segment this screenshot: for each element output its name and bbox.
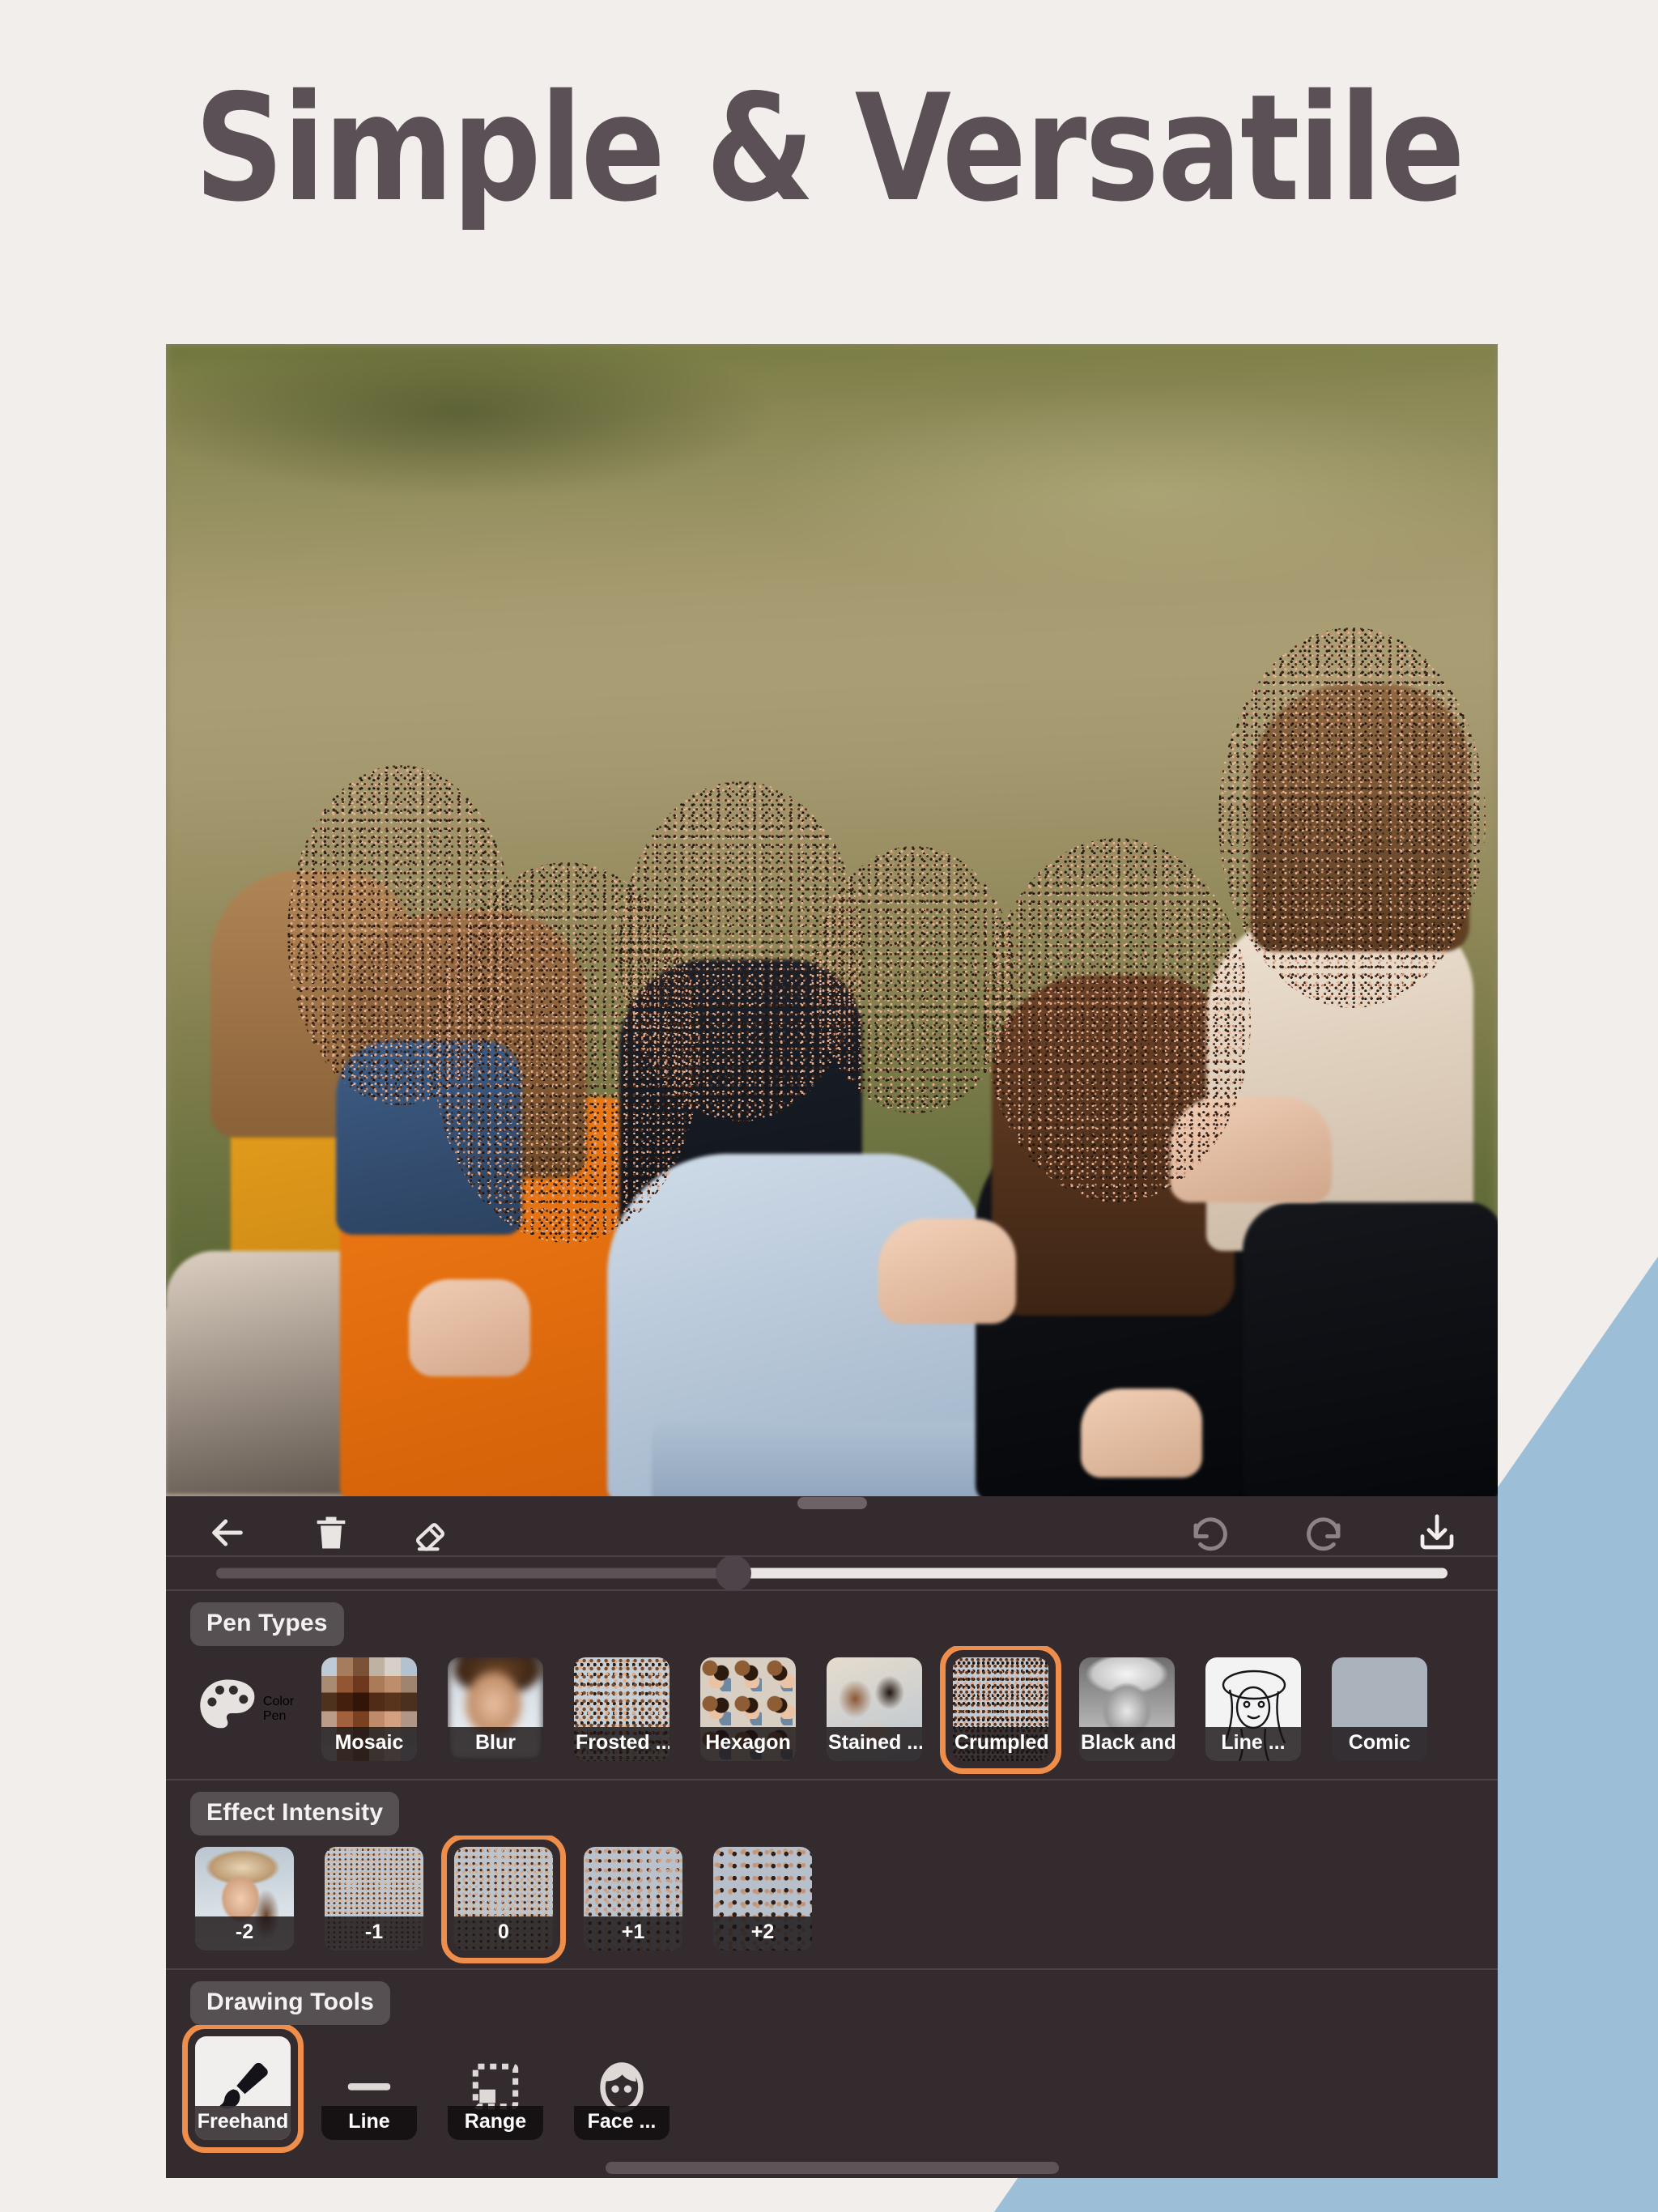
panel-drag-handle-area[interactable] — [166, 1496, 1498, 1510]
page-title: Simple & Versatile — [194, 62, 1465, 234]
drawing-tool-label: Range — [448, 2106, 543, 2141]
effect-intensity-label: -1 — [325, 1916, 423, 1951]
section-label-effect-intensity: Effect Intensity — [190, 1792, 400, 1836]
anonymized-face-mask — [984, 838, 1251, 1202]
pen-type-label: Comic — [1332, 1727, 1427, 1762]
pen-type-label: Mosaic — [321, 1727, 417, 1762]
editor-panel: Pen Types Color Pen Mosaic Blur Frosted … — [166, 1496, 1498, 2178]
pen-type-line-drawing[interactable]: Line ... — [1201, 1653, 1306, 1766]
palette-icon — [192, 1672, 263, 1747]
pen-type-stained[interactable]: Stained ... — [822, 1653, 927, 1766]
slider-track-right — [733, 1568, 1448, 1579]
pen-type-label: Frosted ... — [574, 1727, 670, 1762]
people-group — [166, 344, 1498, 1496]
slider-track-left — [216, 1568, 733, 1579]
pen-type-label: Color Pen — [262, 1695, 295, 1724]
drawing-tool-line[interactable]: Line — [317, 2031, 422, 2145]
drawing-tool-label: Line — [321, 2106, 417, 2141]
pen-types-row[interactable]: Color Pen Mosaic Blur Frosted ... Hexago… — [166, 1646, 1498, 1779]
back-icon[interactable] — [205, 1510, 250, 1555]
effect-intensity-label: -2 — [195, 1916, 294, 1951]
pen-type-mosaic[interactable]: Mosaic — [317, 1653, 422, 1766]
effect-intensity-plus-2[interactable]: +2 — [708, 1842, 817, 1955]
pen-type-label: Black and... — [1079, 1727, 1175, 1762]
pen-type-blur[interactable]: Blur — [443, 1653, 548, 1766]
editor-toolbar — [166, 1510, 1498, 1555]
pen-type-label: Stained ... — [827, 1727, 922, 1762]
save-icon[interactable] — [1415, 1511, 1459, 1555]
pen-type-label: Crumpled... — [953, 1727, 1048, 1762]
pen-type-label: Hexagon — [700, 1727, 796, 1762]
drawing-tool-freehand[interactable]: Freehand — [182, 2025, 304, 2154]
eraser-icon[interactable] — [412, 1511, 456, 1555]
slider-thumb[interactable] — [715, 1555, 751, 1592]
effect-intensity-label: +1 — [584, 1916, 682, 1951]
home-indicator-area — [166, 2158, 1498, 2178]
effect-intensity-minus-1[interactable]: -1 — [320, 1842, 428, 1955]
trash-icon[interactable] — [310, 1512, 352, 1554]
effect-intensity-label: 0 — [454, 1916, 553, 1951]
drawing-tools-row[interactable]: Freehand Line Range Face ... — [166, 2025, 1498, 2158]
pen-type-black-and-white[interactable]: Black and... — [1074, 1653, 1180, 1766]
brush-size-slider-row — [166, 1555, 1498, 1592]
section-drawing-tools: Drawing Tools Freehand Line Range Face .… — [166, 1968, 1498, 2158]
drawing-tool-label: Face ... — [574, 2106, 670, 2141]
home-indicator[interactable] — [605, 2162, 1059, 2175]
redo-icon[interactable] — [1302, 1511, 1346, 1555]
drawing-tool-range[interactable]: Range — [443, 2031, 548, 2145]
section-pen-types: Pen Types Color Pen Mosaic Blur Frosted … — [166, 1589, 1498, 1779]
phone-screen: Pen Types Color Pen Mosaic Blur Frosted … — [166, 344, 1498, 2178]
pen-type-comic[interactable]: Comic — [1327, 1653, 1432, 1766]
effect-intensity-row[interactable]: -2 -1 0 +1 +2 — [166, 1836, 1498, 1968]
brush-size-slider[interactable] — [216, 1555, 1448, 1592]
photo-canvas[interactable] — [166, 344, 1498, 1496]
section-effect-intensity: Effect Intensity -2 -1 0 +1 +2 — [166, 1779, 1498, 1968]
anonymized-face-mask — [814, 846, 1016, 1113]
effect-intensity-0[interactable]: 0 — [441, 1836, 566, 1964]
pen-type-label: Line ... — [1205, 1727, 1301, 1762]
pen-type-frosted[interactable]: Frosted ... — [569, 1653, 674, 1766]
pen-type-color-pen[interactable]: Color Pen — [190, 1653, 295, 1766]
panel-drag-handle[interactable] — [797, 1497, 867, 1510]
pen-type-hexagon[interactable]: Hexagon — [695, 1653, 801, 1766]
anonymized-face-mask — [1218, 627, 1486, 1008]
section-label-drawing-tools: Drawing Tools — [190, 1981, 391, 2026]
effect-intensity-plus-1[interactable]: +1 — [579, 1842, 687, 1955]
pen-type-label: Blur — [448, 1727, 543, 1762]
pen-type-crumpled[interactable]: Crumpled... — [940, 1646, 1061, 1775]
drawing-tool-face[interactable]: Face ... — [569, 2031, 674, 2145]
drawing-tool-label: Freehand — [195, 2106, 291, 2141]
undo-icon[interactable] — [1188, 1511, 1232, 1555]
effect-intensity-label: +2 — [713, 1916, 812, 1951]
effect-intensity-minus-2[interactable]: -2 — [190, 1842, 299, 1955]
section-label-pen-types: Pen Types — [190, 1602, 344, 1647]
